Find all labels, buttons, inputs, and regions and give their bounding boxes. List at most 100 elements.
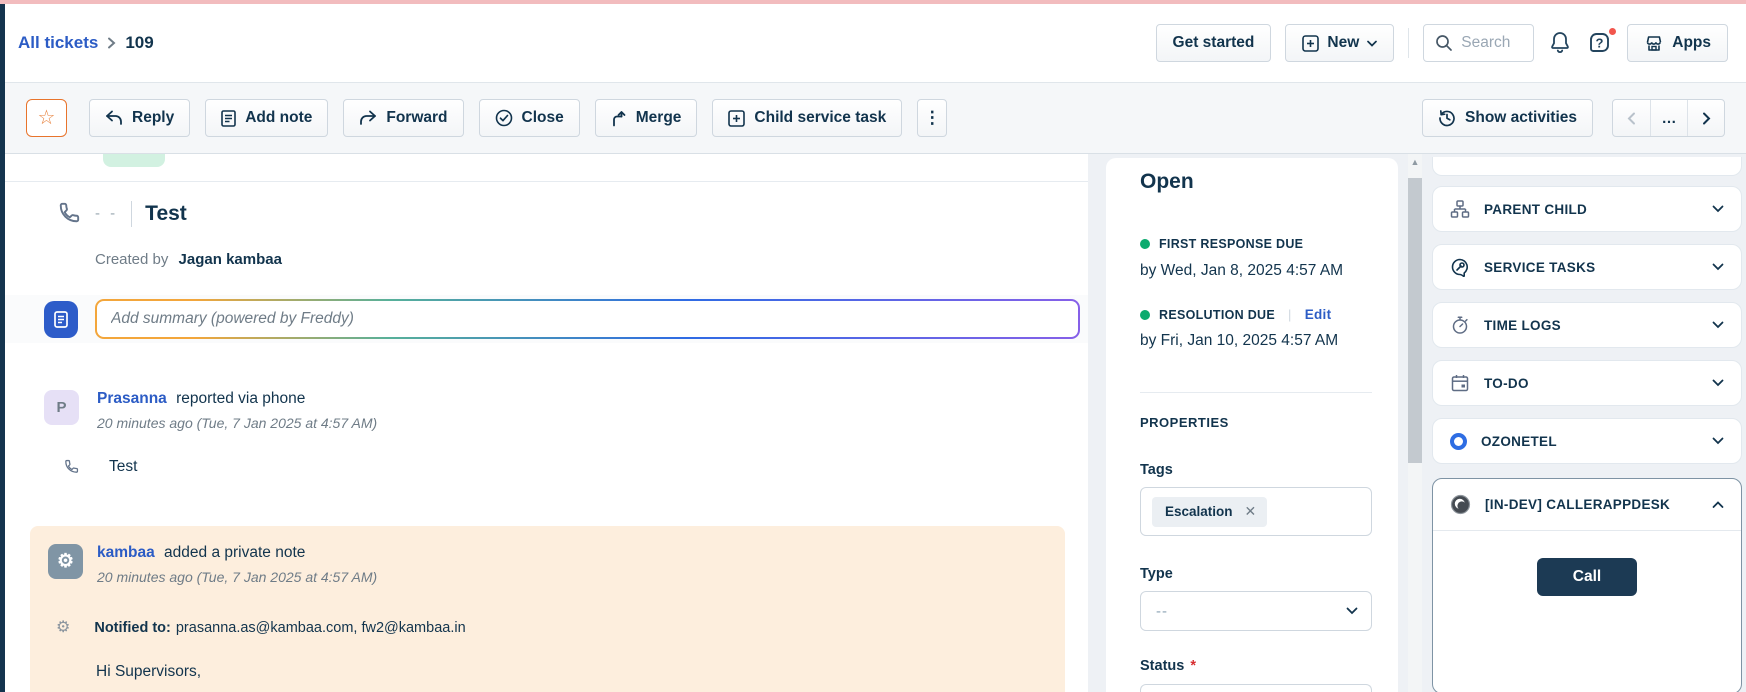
forward-icon — [359, 110, 377, 126]
scrollbar-thumb[interactable] — [1408, 178, 1422, 463]
child-service-task-button[interactable]: Child service task — [712, 99, 902, 137]
avatar: P — [44, 390, 79, 425]
chevron-down-icon — [1712, 321, 1724, 329]
search-box[interactable] — [1423, 24, 1534, 62]
widget-label: TO-DO — [1484, 376, 1698, 391]
status-select[interactable] — [1140, 684, 1372, 692]
created-by-name[interactable]: Jagan kambaa — [179, 251, 282, 268]
notified-label: Notified to: — [94, 620, 171, 636]
status-label: Status* — [1140, 658, 1196, 674]
tag-chip: Escalation ✕ — [1152, 497, 1267, 527]
show-activities-label: Show activities — [1465, 109, 1577, 127]
widget-parent-child[interactable]: PARENT CHILD — [1432, 186, 1742, 232]
required-marker: * — [1190, 658, 1196, 674]
widget-to-do[interactable]: TO-DO — [1432, 360, 1742, 406]
type-label: Type — [1140, 566, 1173, 582]
child-service-task-label: Child service task — [754, 109, 886, 127]
chevron-down-icon — [1712, 379, 1724, 387]
kebab-icon: ⋮ — [924, 108, 941, 128]
search-icon — [1435, 34, 1453, 52]
conversation-message: P Prasanna reported via phone 20 minutes… — [44, 390, 377, 431]
ticket-toolbar: ☆ Reply Add note Forward Close Merge Chi… — [5, 83, 1746, 154]
breadcrumb: All tickets 109 — [18, 33, 154, 53]
star-icon: ☆ — [38, 108, 56, 128]
note-body-text: Hi Supervisors, — [96, 663, 201, 681]
get-started-button[interactable]: Get started — [1156, 24, 1272, 62]
freddy-summary-icon — [44, 301, 78, 338]
plus-square-icon — [728, 110, 745, 127]
widget-label: [IN-DEV] CALLERAPPDESK — [1485, 497, 1698, 512]
add-note-button[interactable]: Add note — [205, 99, 328, 137]
new-button[interactable]: New — [1285, 24, 1394, 62]
help-icon[interactable]: ? — [1586, 30, 1613, 57]
message-action: reported via phone — [176, 390, 305, 407]
widget-ozonetel[interactable]: OZONETEL — [1432, 418, 1742, 464]
notified-row: ⚙ Notified to:prasanna.as@kambaa.com, fw… — [56, 620, 466, 636]
app-header: All tickets 109 Get started New ? — [5, 4, 1746, 83]
chevron-down-icon — [1712, 205, 1724, 213]
next-ticket-button[interactable] — [1687, 100, 1724, 136]
properties-title: PROPERTIES — [1140, 415, 1229, 430]
author-link[interactable]: Prasanna — [97, 390, 167, 407]
remove-tag-icon[interactable]: ✕ — [1245, 503, 1257, 520]
widget-callerappdesk: [IN-DEV] CALLERAPPDESK Call — [1432, 478, 1742, 692]
main-area: - - Test Created by Jagan kambaa P Prasa… — [5, 154, 1746, 692]
notified-recipients: prasanna.as@kambaa.com, fw2@kambaa.in — [176, 620, 466, 636]
type-select[interactable]: -- — [1140, 591, 1372, 631]
summary-input-gradient-border — [95, 299, 1080, 339]
forward-label: Forward — [386, 109, 447, 127]
phone-icon — [62, 458, 80, 476]
breadcrumb-chevron-icon — [107, 37, 116, 49]
search-input[interactable] — [1461, 34, 1521, 52]
first-response-due-label: FIRST RESPONSE DUE — [1159, 237, 1303, 251]
first-response-due-row: FIRST RESPONSE DUE — [1140, 237, 1303, 251]
widget-callerappdesk-header[interactable]: [IN-DEV] CALLERAPPDESK — [1433, 479, 1741, 531]
help-alert-dot — [1607, 26, 1618, 37]
call-button[interactable]: Call — [1537, 558, 1637, 596]
notifications-bell-icon[interactable] — [1548, 30, 1572, 56]
reply-label: Reply — [132, 109, 174, 127]
breadcrumb-all-tickets-link[interactable]: All tickets — [18, 33, 98, 53]
system-gear-avatar: ⚙ — [48, 544, 83, 579]
forward-button[interactable]: Forward — [343, 99, 463, 137]
widget-label: PARENT CHILD — [1484, 202, 1698, 217]
left-nav-edge — [0, 4, 5, 692]
merge-button[interactable]: Merge — [595, 99, 698, 137]
show-activities-button[interactable]: Show activities — [1422, 99, 1593, 137]
activity-history-icon — [1438, 109, 1456, 127]
widget-label: OZONETEL — [1481, 434, 1698, 449]
apps-button[interactable]: Apps — [1627, 24, 1728, 62]
merge-label: Merge — [636, 109, 682, 127]
calendar-icon — [1450, 373, 1470, 393]
conversation-panel: - - Test Created by Jagan kambaa P Prasa… — [5, 154, 1088, 692]
tags-input[interactable]: Escalation ✕ — [1140, 487, 1372, 536]
chevron-down-icon — [1346, 607, 1358, 615]
tags-label: Tags — [1140, 462, 1173, 478]
message-body-row: Test — [62, 458, 137, 476]
widget-callerappdesk-body: Call — [1433, 531, 1741, 596]
ticket-list-ellipsis-button[interactable]: … — [1650, 100, 1687, 136]
chevron-up-icon — [1712, 501, 1724, 509]
apps-button-label: Apps — [1672, 34, 1711, 52]
close-ticket-button[interactable]: Close — [479, 99, 580, 137]
reply-icon — [105, 110, 123, 126]
add-summary-input[interactable] — [97, 301, 1078, 337]
favorite-star-button[interactable]: ☆ — [26, 99, 67, 137]
previous-ticket-button[interactable] — [1613, 100, 1650, 136]
section-divider — [5, 181, 1088, 182]
reply-button[interactable]: Reply — [89, 99, 190, 137]
message-header: Prasanna reported via phone — [97, 390, 377, 408]
created-by-line: Created by Jagan kambaa — [95, 251, 282, 268]
sitemap-icon — [1450, 199, 1470, 219]
edit-sla-link[interactable]: Edit — [1305, 307, 1332, 322]
author-link[interactable]: kambaa — [97, 544, 155, 561]
chevron-down-icon — [1712, 437, 1724, 445]
widget-time-logs[interactable]: TIME LOGS — [1432, 302, 1742, 348]
more-actions-kebab-button[interactable]: ⋮ — [917, 99, 947, 137]
widget-label: TIME LOGS — [1484, 318, 1698, 333]
tag-chip-label: Escalation — [1165, 504, 1233, 519]
widget-service-tasks[interactable]: SERVICE TASKS — [1432, 244, 1742, 290]
sla-green-dot — [1140, 239, 1150, 249]
svg-text:?: ? — [1596, 35, 1604, 50]
scrollbar-up-arrow[interactable]: ▲ — [1408, 157, 1422, 167]
